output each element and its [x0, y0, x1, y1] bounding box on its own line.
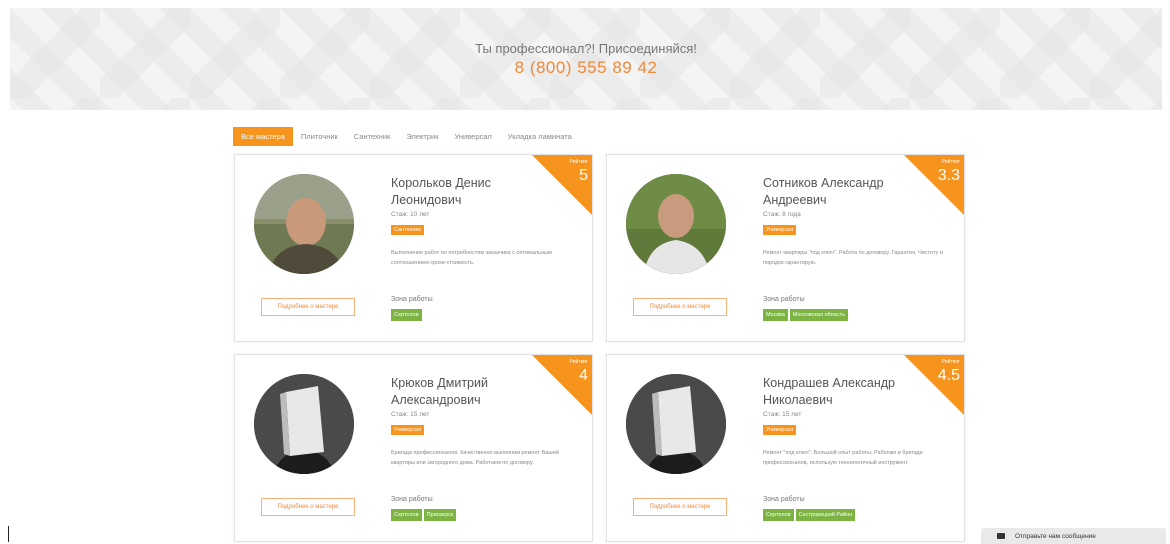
rating-value: 4 [579, 367, 588, 384]
more-about-master-button[interactable]: Подробнее о мастере [261, 298, 355, 316]
chat-widget[interactable]: Отправьте нам сообщение [981, 528, 1166, 544]
master-description: Ремонт квартиры "под ключ". Работа по до… [763, 250, 943, 266]
zone-tag: Сестрорецкий Район [795, 509, 856, 521]
zone-tag: Сертолов [763, 509, 794, 521]
zone-tag: Сертолов [391, 509, 422, 521]
more-about-master-button[interactable]: Подробнее о мастере [261, 498, 355, 516]
master-avatar [626, 174, 726, 274]
rating-ribbon: Рейтинг 4 [532, 355, 592, 415]
specialty-badge: Универсал [763, 225, 797, 235]
master-avatar [626, 374, 726, 474]
master-card: Подробнее о мастере Кондрашев Александр … [606, 354, 965, 542]
master-experience: Стаж: 15 лет [763, 411, 802, 418]
rating-ribbon: Рейтинг 4.5 [904, 355, 964, 415]
tab-plumber[interactable]: Сантехник [346, 127, 399, 146]
tab-tiler[interactable]: Плиточник [293, 127, 346, 146]
chat-label: Отправьте нам сообщение [1015, 532, 1096, 540]
master-experience: Стаж: 10 лет [391, 211, 430, 218]
zone-label: Зона работы [391, 296, 433, 303]
tab-universal[interactable]: Универсал [446, 127, 499, 146]
banner-phone[interactable]: 8 (800) 555 89 42 [10, 58, 1162, 78]
more-about-master-button[interactable]: Подробнее о мастере [633, 298, 727, 316]
master-description: Бригада профессионалов. Качественно выпо… [391, 450, 559, 466]
chat-icon [997, 533, 1005, 539]
specialty-badge: Сантехник [391, 225, 424, 235]
zone-label: Зона работы [391, 496, 433, 503]
zone-tag: Сертолов [391, 309, 422, 321]
banner-tagline: Ты профессионал?! Присоединяйся! [475, 41, 697, 56]
category-tabs: Все мастера Плиточник Сантехник Электрик… [233, 127, 580, 146]
master-experience: Стаж: 15 лет [391, 411, 430, 418]
tab-laminate[interactable]: Укладка ламината [500, 127, 580, 146]
zone-tag: Приозерск [423, 509, 457, 521]
tab-all-masters[interactable]: Все мастера [233, 127, 293, 146]
specialty-badge: Универсал [391, 425, 425, 435]
more-about-master-button[interactable]: Подробнее о мастере [633, 498, 727, 516]
zone-label: Зона работы [763, 496, 805, 503]
zone-list: Сертолов Приозерск [391, 509, 457, 521]
zone-label: Зона работы [763, 296, 805, 303]
rating-ribbon: Рейтинг 3.3 [904, 155, 964, 215]
rating-label: Рейтинг [941, 159, 960, 165]
master-card: Подробнее о мастере Корольков Денис Леон… [234, 154, 593, 342]
master-description: Ремонт "под ключ". Большой опыт работы. … [763, 450, 923, 466]
rating-label: Рейтинг [569, 359, 588, 365]
tab-electrician[interactable]: Электрик [398, 127, 446, 146]
join-banner: Ты профессионал?! Присоединяйся! 8 (800)… [10, 8, 1162, 110]
master-card: Подробнее о мастере Сотников Александр А… [606, 154, 965, 342]
rating-value: 4.5 [937, 367, 960, 384]
master-avatar [254, 374, 354, 474]
zone-list: Сертолов [391, 309, 422, 321]
rating-label: Рейтинг [569, 159, 588, 165]
rating-value: 3.3 [937, 167, 960, 184]
rating-ribbon: Рейтинг 5 [532, 155, 592, 215]
specialty-badge: Универсал [763, 425, 797, 435]
zone-tag: Московская область [789, 309, 848, 321]
rating-label: Рейтинг [941, 359, 960, 365]
master-avatar [254, 174, 354, 274]
zone-list: Сертолов Сестрорецкий Район [763, 509, 856, 521]
master-card: Подробнее о мастере Крюков Дмитрий Алекс… [234, 354, 593, 542]
master-description: Выполнение работ по потребностям заказчи… [391, 250, 552, 266]
rating-value: 5 [579, 167, 588, 184]
master-experience: Стаж: 8 года [763, 211, 801, 218]
zone-list: Москва Московская область [763, 309, 848, 321]
text-cursor [8, 526, 9, 542]
zone-tag: Москва [763, 309, 788, 321]
